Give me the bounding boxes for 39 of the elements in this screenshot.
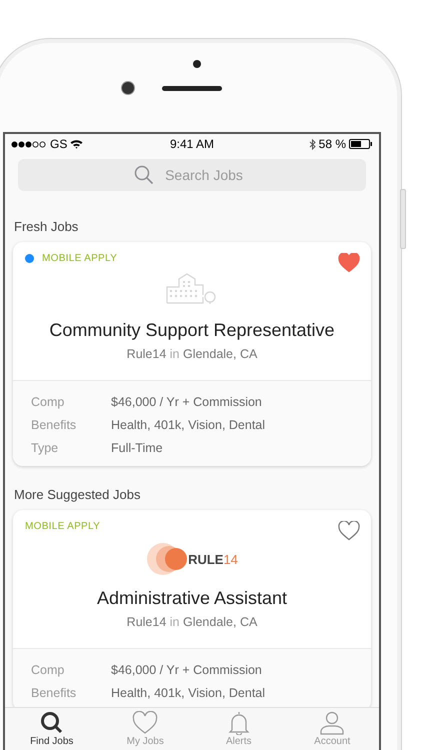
status-time: 9:41 AM [168, 137, 216, 151]
brand-logo-text: RULE14 [188, 552, 238, 566]
job-title: Community Support Representative [49, 320, 335, 341]
job-card[interactable]: MOBILE APPLY RULE14 Administrative Assistant Rule14 in Glendale, CA Comp $46,000 / Yr + Commission Benefits Health, 401k, Vision, Dental [13, 510, 371, 707]
detail-value: $46,000 / Yr + Commission [111, 662, 262, 676]
heart-icon [132, 711, 158, 735]
bluetooth-icon [308, 138, 316, 150]
person-icon [319, 711, 346, 735]
speaker-icon [162, 86, 222, 90]
job-card[interactable]: MOBILE APPLY Community Support Representative Rule14 in Glendale, CA Comp $46,000 / Yr + Commission Benefits Health, 401k, Vision, Dental Type Full-Time [13, 242, 371, 466]
detail-label: Benefits [31, 418, 78, 432]
detail-value: Full-Time [111, 440, 163, 454]
detail-label: Type [31, 440, 60, 454]
battery-percent: 58 % [318, 137, 346, 151]
carrier-name: GS [50, 137, 68, 151]
search-icon [134, 165, 154, 185]
camera-icon [122, 82, 134, 94]
job-title: Administrative Assistant [96, 588, 288, 609]
detail-label: Comp [31, 662, 66, 676]
detail-label: Benefits [31, 686, 78, 700]
heart-icon[interactable] [338, 521, 360, 541]
search-icon [38, 711, 65, 735]
detail-value: Health, 401k, Vision, Dental [111, 686, 266, 700]
section-heading: More Suggested Jobs [14, 487, 142, 502]
mobile-apply-label: MOBILE APPLY [42, 253, 118, 264]
detail-value: $46,000 / Yr + Commission [111, 394, 262, 408]
company-location: Rule14 in Glendale, CA [126, 615, 258, 629]
wifi-icon [70, 139, 84, 149]
detail-label: Comp [31, 394, 66, 408]
mobile-apply-label: MOBILE APPLY [25, 521, 100, 532]
search-field[interactable]: Search Jobs [18, 159, 366, 191]
heart-icon[interactable] [338, 253, 360, 273]
signal-icon [11, 140, 47, 148]
section-heading: Fresh Jobs [14, 219, 80, 234]
sensor-icon [193, 60, 201, 68]
detail-value: Health, 401k, Vision, Dental [111, 418, 266, 432]
battery-icon [349, 139, 373, 149]
company-location: Rule14 in Glendale, CA [126, 347, 258, 361]
tab-item[interactable]: Find Jobs [5, 708, 98, 750]
